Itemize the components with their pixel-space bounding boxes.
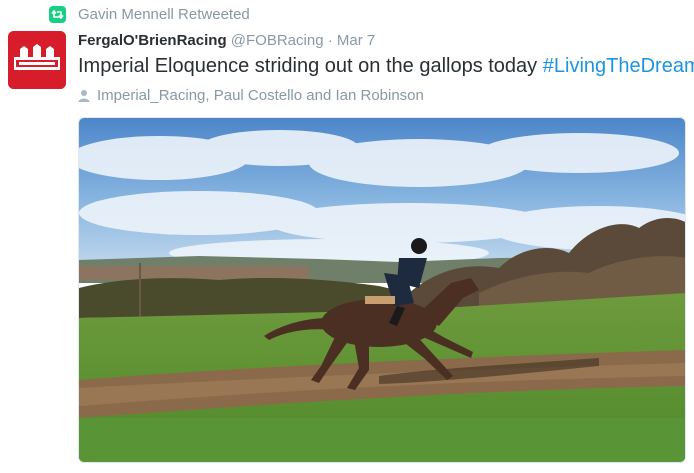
horse-gallop-photo [79,118,685,462]
tweet-timestamp[interactable]: Mar 7 [337,32,375,49]
user-handle[interactable]: @FOBRacing [231,32,324,49]
display-name[interactable]: FergalO'BrienRacing [78,32,227,49]
hashtag-link[interactable]: #LivingTheDream [543,55,694,77]
person-icon [78,89,90,102]
tweet-photo[interactable] [78,117,686,463]
retweet-context: Gavin Mennell Retweeted [49,4,250,24]
tweet-text: Imperial Eloquence striding out on the g… [78,53,694,79]
tweet-body: Imperial Eloquence striding out on the g… [78,55,538,77]
racing-logo-icon [8,31,66,89]
tagged-users-label[interactable]: Imperial_Racing, Paul Costello and Ian R… [97,87,424,104]
tweet-header: FergalO'BrienRacing @FOBRacing · Mar 7 [78,31,375,51]
retweet-icon [49,5,66,23]
retweeter-label[interactable]: Gavin Mennell Retweeted [78,6,250,23]
tagged-users[interactable]: Imperial_Racing, Paul Costello and Ian R… [78,85,424,105]
avatar[interactable] [8,31,66,89]
separator-dot: · [327,32,333,49]
